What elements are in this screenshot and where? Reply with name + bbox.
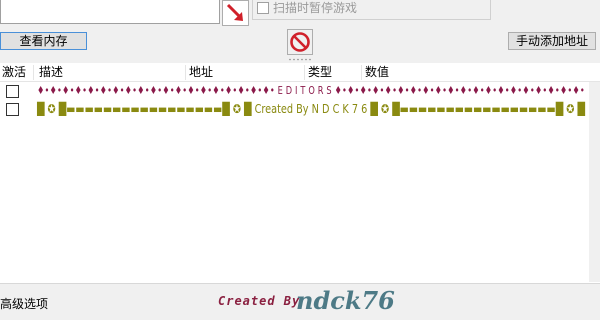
column-divider[interactable] <box>33 65 34 80</box>
clear-list-button[interactable] <box>287 29 313 55</box>
credit-signature: ndck76 <box>296 286 395 315</box>
list-scrollbar[interactable] <box>589 82 600 282</box>
column-header-type[interactable]: 类型 <box>308 63 332 82</box>
list-header: 激活 描述 地址 类型 数值 <box>0 63 600 82</box>
table-row-description[interactable]: █ ✪ █▬▬▬▬▬▬▬▬▬▬▬▬▬▬▬▬▬█ ✪ █ Created By N… <box>37 102 585 116</box>
pause-game-label: 扫描时暂停游戏 <box>273 1 358 15</box>
view-memory-button[interactable]: 查看内存 <box>0 32 87 50</box>
process-display-field[interactable] <box>0 0 220 24</box>
column-divider[interactable] <box>304 65 305 80</box>
add-address-manually-button[interactable]: 手动添加地址 <box>508 32 596 50</box>
column-header-description[interactable]: 描述 <box>39 63 63 82</box>
column-divider[interactable] <box>185 65 186 80</box>
advanced-options-link[interactable]: 高级选项 <box>0 295 48 312</box>
pause-game-checkbox[interactable] <box>257 2 269 14</box>
row-active-checkbox[interactable] <box>6 103 19 116</box>
column-header-value[interactable]: 数值 <box>365 63 389 82</box>
column-header-active[interactable]: 激活 <box>2 63 26 82</box>
credit-created-by: Created By <box>218 294 301 308</box>
table-row-description[interactable]: ♦•♦•♦•♦•♦•♦•♦•♦•♦•♦•♦•♦•♦•♦•♦•♦•♦•♦•♦• E… <box>37 84 585 97</box>
select-process-button[interactable] <box>222 0 249 26</box>
column-header-address[interactable]: 地址 <box>189 63 213 82</box>
no-entry-icon <box>290 32 310 52</box>
column-divider[interactable] <box>361 65 362 80</box>
row-active-checkbox[interactable] <box>6 85 19 98</box>
splitter-grip-icon <box>289 58 311 61</box>
pointer-arrow-icon <box>226 3 243 21</box>
